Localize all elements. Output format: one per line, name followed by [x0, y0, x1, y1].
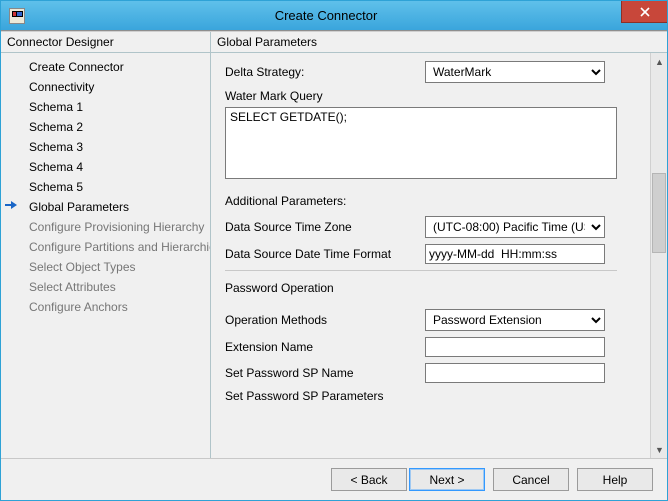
scroll-down-arrow-icon[interactable]: ▼ [651, 441, 667, 458]
dtf-input[interactable] [425, 244, 605, 264]
vertical-scrollbar[interactable]: ▲ ▼ [650, 53, 667, 458]
right-panel-header: Global Parameters [211, 32, 667, 53]
content-wrap: Delta Strategy: WaterMark Water Mark Que… [211, 53, 667, 458]
cancel-button[interactable]: Cancel [493, 468, 569, 491]
delta-strategy-label: Delta Strategy: [225, 65, 425, 79]
nav-item[interactable]: Select Attributes [1, 277, 210, 297]
separator [225, 270, 617, 271]
right-panel: Global Parameters Delta Strategy: WaterM… [211, 32, 667, 458]
nav-item[interactable]: Schema 4 [1, 157, 210, 177]
nav-item-label: Connectivity [29, 80, 94, 94]
left-panel: Connector Designer Create Connector Conne… [1, 32, 211, 458]
nav-item[interactable]: Configure Provisioning Hierarchy [1, 217, 210, 237]
nav-item[interactable]: Create Connector [1, 57, 210, 77]
nav-item[interactable]: Global Parameters [1, 197, 210, 217]
delta-strategy-select[interactable]: WaterMark [425, 61, 605, 83]
window-root: Create Connector Connector Designer Crea… [0, 0, 668, 501]
set-pwd-sp-params-label: Set Password SP Parameters [225, 389, 425, 403]
nav-item[interactable]: Schema 1 [1, 97, 210, 117]
left-panel-header: Connector Designer [1, 32, 210, 53]
scroll-up-arrow-icon[interactable]: ▲ [651, 53, 667, 70]
close-button[interactable] [621, 1, 667, 23]
nav-item-label: Global Parameters [29, 200, 129, 214]
op-methods-label: Operation Methods [225, 313, 425, 327]
nav-item-label: Create Connector [29, 60, 124, 74]
ext-name-label: Extension Name [225, 340, 425, 354]
nav-item-label: Schema 2 [29, 120, 83, 134]
dtf-label: Data Source Date Time Format [225, 247, 425, 261]
wizard-button-bar: < Back Next > Cancel Help [1, 458, 667, 500]
nav-item-label: Select Object Types [29, 260, 136, 274]
nav-item[interactable]: Connectivity [1, 77, 210, 97]
nav-item-label: Configure Partitions and Hierarchies [29, 240, 210, 254]
nav-item[interactable]: Schema 5 [1, 177, 210, 197]
next-button[interactable]: Next > [409, 468, 485, 491]
body: Connector Designer Create Connector Conne… [1, 31, 667, 458]
nav-item-label: Schema 5 [29, 180, 83, 194]
close-icon [640, 7, 650, 17]
nav-item-label: Configure Provisioning Hierarchy [29, 220, 204, 234]
nav-item-label: Select Attributes [29, 280, 116, 294]
ext-name-input[interactable] [425, 337, 605, 357]
nav-item-label: Schema 4 [29, 160, 83, 174]
tz-select[interactable]: (UTC-08:00) Pacific Time (US & C [425, 216, 605, 238]
nav-item[interactable]: Select Object Types [1, 257, 210, 277]
nav-item-label: Schema 1 [29, 100, 83, 114]
op-methods-select[interactable]: Password Extension [425, 309, 605, 331]
nav-item[interactable]: Schema 3 [1, 137, 210, 157]
titlebar: Create Connector [1, 1, 667, 31]
water-mark-query-textarea[interactable]: SELECT GETDATE(); [225, 107, 617, 179]
set-pwd-sp-name-input[interactable] [425, 363, 605, 383]
nav-item[interactable]: Configure Partitions and Hierarchies [1, 237, 210, 257]
scroll-thumb[interactable] [652, 173, 666, 253]
nav-item-label: Configure Anchors [29, 300, 128, 314]
window-title: Create Connector [25, 8, 667, 23]
nav-list: Create Connector Connectivity Schema 1 Sche… [1, 53, 210, 317]
nav-item[interactable]: Schema 2 [1, 117, 210, 137]
content-area: Delta Strategy: WaterMark Water Mark Que… [211, 53, 650, 458]
app-icon [9, 8, 25, 24]
water-mark-query-label: Water Mark Query [225, 89, 425, 103]
help-button[interactable]: Help [577, 468, 653, 491]
tz-label: Data Source Time Zone [225, 220, 425, 234]
set-pwd-sp-name-label: Set Password SP Name [225, 366, 425, 380]
nav-item-label: Schema 3 [29, 140, 83, 154]
back-button[interactable]: < Back [331, 468, 407, 491]
additional-params-label: Additional Parameters: [225, 194, 640, 208]
nav-item[interactable]: Configure Anchors [1, 297, 210, 317]
pwd-section-label: Password Operation [225, 281, 640, 295]
